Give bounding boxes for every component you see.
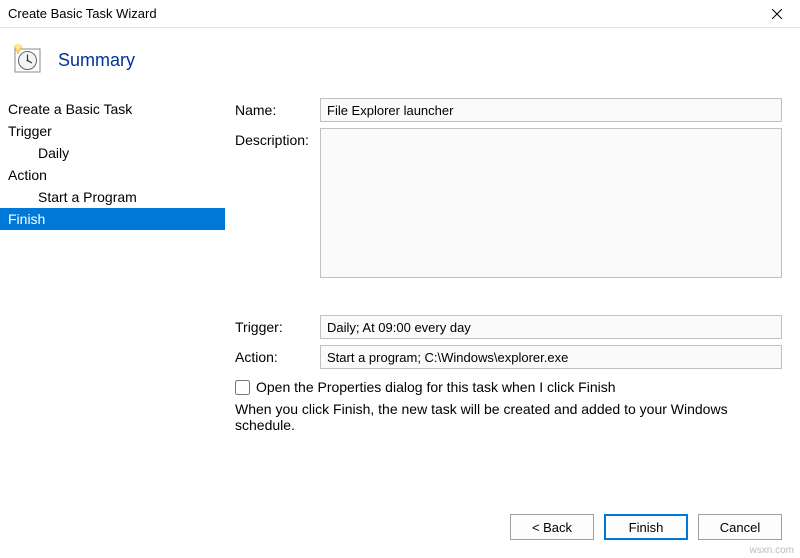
main-panel: Name: Description: Trigger: Action: bbox=[225, 92, 800, 433]
action-input[interactable] bbox=[320, 345, 782, 369]
wizard-step-finish[interactable]: Finish bbox=[0, 208, 225, 230]
button-bar: < Back Finish Cancel bbox=[510, 514, 782, 540]
name-input[interactable] bbox=[320, 98, 782, 122]
name-label: Name: bbox=[235, 98, 320, 118]
clock-icon bbox=[12, 44, 44, 76]
wizard-step-trigger[interactable]: Trigger bbox=[0, 120, 225, 142]
wizard-step-create-a-basic-task[interactable]: Create a Basic Task bbox=[0, 98, 225, 120]
wizard-step-start-a-program[interactable]: Start a Program bbox=[0, 186, 225, 208]
wizard-steps-sidebar: Create a Basic TaskTriggerDailyActionSta… bbox=[0, 92, 225, 433]
open-properties-label: Open the Properties dialog for this task… bbox=[256, 379, 616, 395]
trigger-label: Trigger: bbox=[235, 315, 320, 335]
cancel-button[interactable]: Cancel bbox=[698, 514, 782, 540]
wizard-step-daily[interactable]: Daily bbox=[0, 142, 225, 164]
trigger-input[interactable] bbox=[320, 315, 782, 339]
window-title: Create Basic Task Wizard bbox=[8, 6, 157, 21]
titlebar: Create Basic Task Wizard bbox=[0, 0, 800, 28]
wizard-header: Summary bbox=[0, 28, 800, 92]
open-properties-checkbox[interactable] bbox=[235, 380, 250, 395]
description-label: Description: bbox=[235, 128, 320, 148]
page-title: Summary bbox=[58, 50, 135, 71]
watermark: wsxn.com bbox=[750, 545, 794, 556]
description-input[interactable] bbox=[320, 128, 782, 278]
finish-button[interactable]: Finish bbox=[604, 514, 688, 540]
back-button[interactable]: < Back bbox=[510, 514, 594, 540]
close-button[interactable] bbox=[754, 0, 800, 28]
action-label: Action: bbox=[235, 345, 320, 365]
info-text: When you click Finish, the new task will… bbox=[235, 401, 782, 433]
close-icon bbox=[772, 9, 782, 19]
wizard-step-action[interactable]: Action bbox=[0, 164, 225, 186]
